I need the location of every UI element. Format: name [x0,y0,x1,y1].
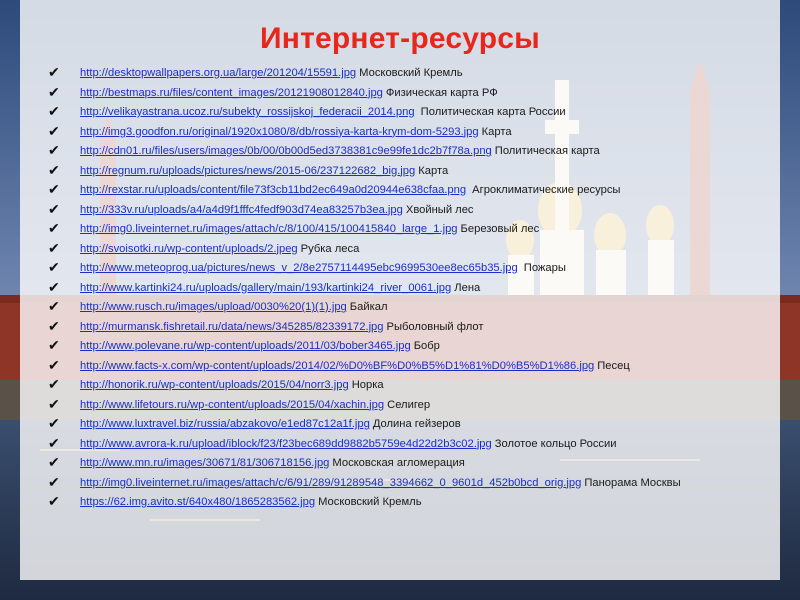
resource-item: ✔ http://www.luxtravel.biz/russia/abzakov… [40,415,780,432]
resource-item: ✔ http://img0.liveinternet.ru/images/atta… [40,473,780,491]
resource-description: Карта [418,164,449,177]
resource-link[interactable]: http://www.facts-x.com/wp-content/upload… [80,360,594,372]
checkmark-icon: ✔ [48,220,60,236]
resource-item: ✔ http://rexstar.ru/uploads/content/file7… [40,181,780,198]
resource-description: Физическая карта РФ [385,86,498,99]
checkmark-icon: ✔ [48,415,60,431]
resource-link[interactable]: http://cdn01.ru/files/users/images/0b/00… [80,145,492,157]
resource-link[interactable]: http://www.luxtravel.biz/russia/abzakovo… [80,418,370,430]
resource-item: ✔ http://www.polevane.ru/wp-content/uploa… [40,337,780,354]
resource-item: ✔ http://www.meteoprog.ua/pictures/news_v… [40,259,780,276]
resource-item: ✔ http://svoisotki.ru/wp-content/uploads/… [40,239,780,257]
content-panel: Интернет-ресурсы ✔ http://desktopwallpape… [20,0,780,580]
checkmark-icon: ✔ [48,434,60,451]
resource-item: ✔ http://img3.goodfon.ru/original/1920x10… [40,122,780,140]
checkmark-icon: ✔ [48,239,60,256]
resource-description: Березовый лес [460,223,540,235]
resource-link[interactable]: http://www.meteoprog.ua/pictures/news_v_… [80,262,518,274]
resource-link[interactable]: http://desktopwallpapers.org.ua/large/20… [80,67,356,79]
checkmark-icon: ✔ [48,473,60,490]
resource-item: ✔ http://www.facts-x.com/wp-content/uploa… [40,356,780,374]
resource-link[interactable]: http://333v.ru/uploads/a4/a4d9f1fffc4fed… [80,204,403,216]
page-title: Интернет-ресурсы [260,22,540,55]
resource-link[interactable]: http://www.mn.ru/images/30671/81/3067181… [80,457,329,469]
resource-link[interactable]: http://img3.goodfon.ru/original/1920x108… [80,126,479,138]
resource-link[interactable]: http://www.lifetours.ru/wp-content/uploa… [80,399,384,411]
checkmark-icon: ✔ [48,83,60,100]
resource-item: ✔ https://62.img.avito.st/640x480/1865283… [40,493,780,510]
resource-link[interactable]: http://rexstar.ru/uploads/content/file73… [80,184,466,196]
resource-description: Политическая карта России [417,106,566,118]
resource-description: Панорама Москвы [584,476,681,489]
resource-link[interactable]: http://svoisotki.ru/wp-content/uploads/2… [80,243,298,255]
checkmark-icon: ✔ [48,298,60,314]
resource-description: Лена [454,281,481,294]
resource-description: Рубка леса [300,242,360,255]
checkmark-icon: ✔ [48,278,60,295]
resource-link[interactable]: http://bestmaps.ru/files/content_images/… [80,87,383,99]
resource-link[interactable]: http://regnum.ru/uploads/pictures/news/2… [80,165,415,177]
checkmark-icon: ✔ [48,493,60,509]
checkmark-icon: ✔ [48,395,60,412]
resource-description: Пожары [520,262,566,274]
resource-item: ✔ http://www.avrora-k.ru/upload/iblock/f2… [40,434,780,452]
resource-item: ✔ http://www.mn.ru/images/30671/81/306718… [40,454,780,471]
resource-description: Московская агломерация [332,457,465,469]
checkmark-icon: ✔ [48,122,60,139]
resource-description: Московский Кремль [318,496,422,508]
resource-description: Байкал [349,301,388,313]
resource-item: ✔ http://333v.ru/uploads/a4/a4d9f1fffc4fe… [40,200,780,218]
checkmark-icon: ✔ [48,259,60,275]
checkmark-icon: ✔ [48,181,60,197]
resource-item: ✔ http://regnum.ru/uploads/pictures/news/… [40,161,780,179]
checkmark-icon: ✔ [48,64,60,80]
resource-link[interactable]: http://murmansk.fishretail.ru/data/news/… [80,321,384,333]
resource-description: Норка [351,379,384,391]
resource-item: ✔ http://velikayastrana.ucoz.ru/subekty_r… [40,103,780,120]
resource-item: ✔ http://murmansk.fishretail.ru/data/news… [40,317,780,335]
checkmark-icon: ✔ [48,337,60,353]
resource-description: Московский Кремль [359,67,463,79]
checkmark-icon: ✔ [48,103,60,119]
resource-list: ✔ http://desktopwallpapers.org.ua/large/2… [40,64,780,515]
resource-link[interactable]: http://velikayastrana.ucoz.ru/subekty_ro… [80,106,415,118]
resource-description: Рыболовный флот [386,320,484,333]
checkmark-icon: ✔ [48,356,60,373]
resource-link[interactable]: http://www.kartinki24.ru/uploads/gallery… [80,282,451,294]
resource-link[interactable]: http://www.polevane.ru/wp-content/upload… [80,340,411,352]
resource-item: ✔ http://cdn01.ru/files/users/images/0b/0… [40,142,780,159]
resource-item: ✔ http://img0.liveinternet.ru/images/atta… [40,220,780,237]
resource-link[interactable]: http://www.avrora-k.ru/upload/iblock/f23… [80,438,492,450]
resource-link[interactable]: http://img0.liveinternet.ru/images/attac… [80,477,581,489]
resource-link[interactable]: http://img0.liveinternet.ru/images/attac… [80,223,458,235]
resource-description: Селигер [387,398,431,411]
checkmark-icon: ✔ [48,142,60,158]
resource-link[interactable]: http://honorik.ru/wp-content/uploads/201… [80,379,349,391]
resource-link[interactable]: https://62.img.avito.st/640x480/18652835… [80,496,315,508]
resource-description: Золотое кольцо России [494,437,617,450]
checkmark-icon: ✔ [48,161,60,178]
resource-description: Долина гейзеров [372,418,461,430]
resource-description: Политическая карта [494,145,600,157]
resource-item: ✔ http://bestmaps.ru/files/content_images… [40,83,780,101]
resource-item: ✔ http://honorik.ru/wp-content/uploads/20… [40,376,780,393]
resource-item: ✔ http://desktopwallpapers.org.ua/large/2… [40,64,780,81]
checkmark-icon: ✔ [48,376,60,392]
checkmark-icon: ✔ [48,454,60,470]
resource-description: Агроклиматические ресурсы [469,184,621,196]
resource-item: ✔ http://www.lifetours.ru/wp-content/uplo… [40,395,780,413]
resource-item: ✔ http://www.rusch.ru/images/upload/0030%… [40,298,780,315]
resource-description: Карта [481,125,512,138]
resource-description: Хвойный лес [405,203,474,216]
checkmark-icon: ✔ [48,317,60,334]
resource-description: Песец [597,359,630,372]
checkmark-icon: ✔ [48,200,60,217]
resource-link[interactable]: http://www.rusch.ru/images/upload/0030%2… [80,301,347,313]
resource-description: Бобр [413,340,440,352]
resource-item: ✔ http://www.kartinki24.ru/uploads/galler… [40,278,780,296]
